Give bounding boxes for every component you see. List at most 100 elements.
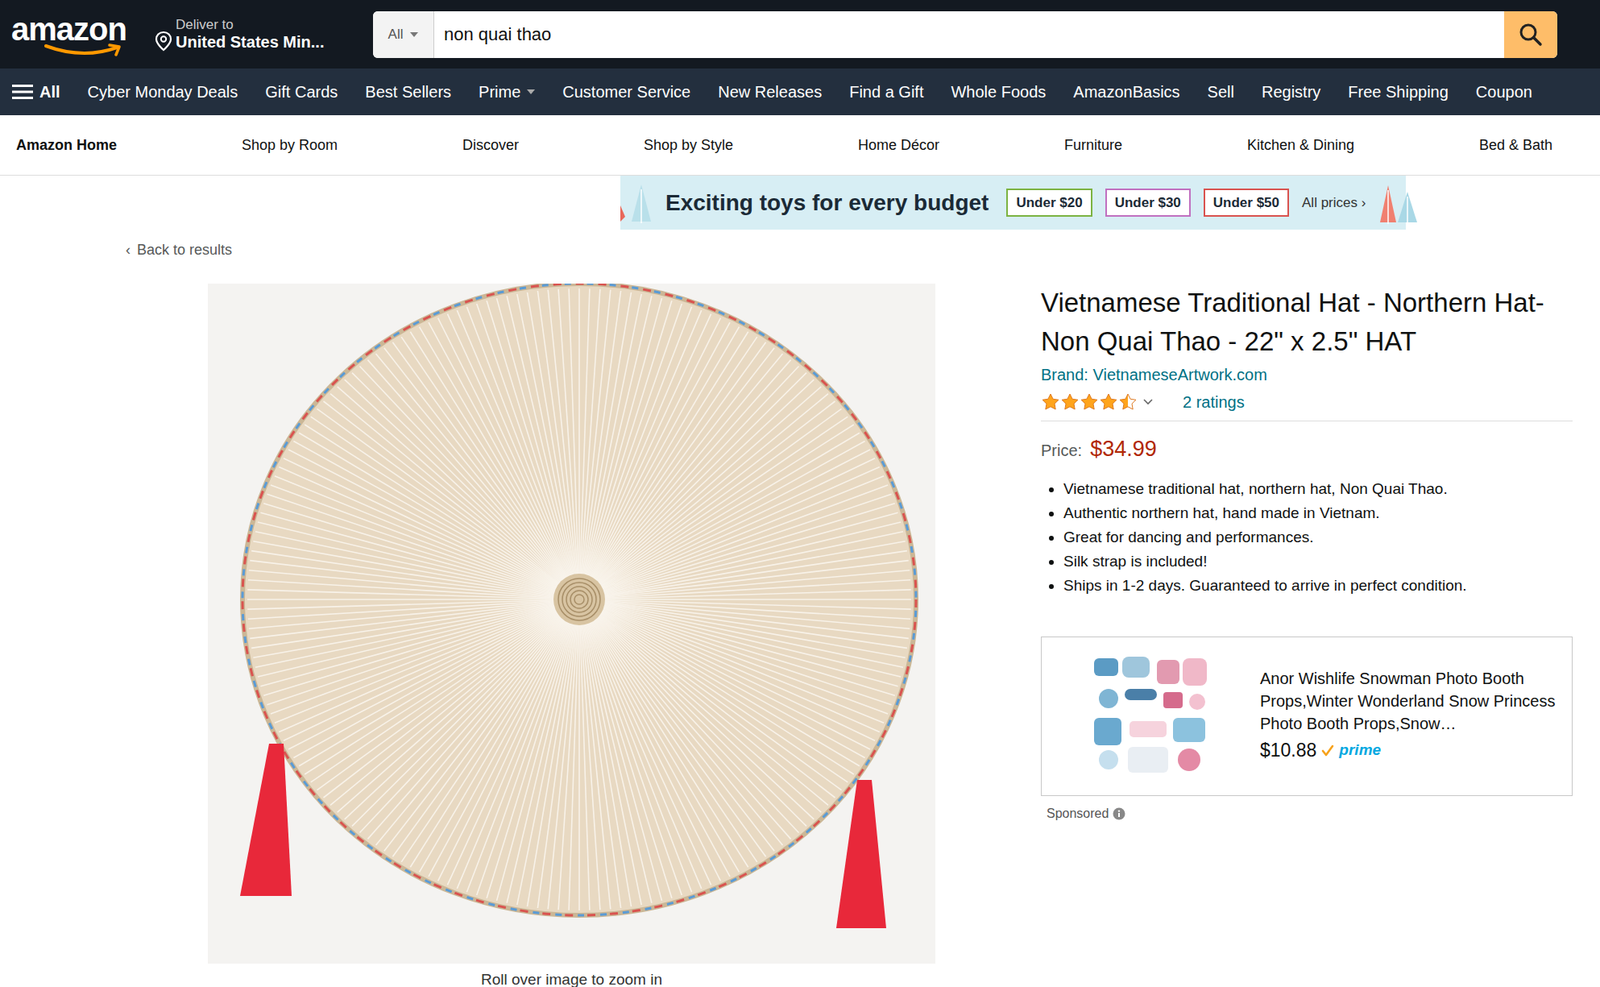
ad-text: Anor Wishlife Snowman Photo Booth Props,… xyxy=(1260,667,1556,765)
nav-item[interactable]: Best Sellers xyxy=(364,79,452,104)
search-button[interactable] xyxy=(1504,11,1558,59)
bullet-item: Vietnamese traditional hat, northern hat… xyxy=(1063,476,1573,502)
chevron-down-icon xyxy=(1139,395,1157,409)
search-bar: All xyxy=(373,11,1558,59)
bullet-item: Authentic northern hat, hand made in Vie… xyxy=(1063,501,1573,526)
dropdown-caret-icon xyxy=(410,32,419,38)
magnifier-icon xyxy=(1517,21,1544,48)
nav-item[interactable]: Prime xyxy=(478,79,535,104)
sponsored-label: Sponsored xyxy=(1046,804,1573,824)
price-row: Price:$34.99 xyxy=(1040,432,1573,466)
star-icon xyxy=(1060,392,1080,412)
nav-item[interactable]: AmazonBasics xyxy=(1073,79,1180,104)
sponsored-ad[interactable]: Anor Wishlife Snowman Photo Booth Props,… xyxy=(1040,636,1573,796)
price-chip[interactable]: Under $50 xyxy=(1203,188,1290,218)
tree-icon xyxy=(620,181,653,225)
nav-item[interactable]: Gift Cards xyxy=(265,79,338,104)
nav-item[interactable]: Cyber Monday Deals xyxy=(87,79,239,104)
star-icon xyxy=(1040,392,1061,412)
nav-item[interactable]: New Releases xyxy=(717,79,822,104)
smile-arrow-icon xyxy=(14,43,155,57)
store-nav-item[interactable]: Furniture xyxy=(1064,134,1123,157)
nav-item-label: Sell xyxy=(1207,79,1235,104)
top-bar: amazon Deliver toUnited States Min... All xyxy=(0,0,1600,69)
search-category[interactable]: All xyxy=(373,11,435,59)
nav-item-label: New Releases xyxy=(717,79,822,104)
star-icon xyxy=(1098,392,1119,412)
nav-item-label: Free Shipping xyxy=(1347,79,1449,104)
sponsored-text: Sponsored xyxy=(1046,804,1109,824)
store-nav-item[interactable]: Shop by Room xyxy=(241,134,338,157)
brand-link[interactable]: Brand: VietnameseArtwork.com xyxy=(1040,362,1573,387)
location-pin-icon xyxy=(154,30,173,52)
nav-item[interactable]: Coupon xyxy=(1475,79,1533,104)
prime-check-icon xyxy=(1321,744,1335,758)
nav-item-label: Prime xyxy=(478,79,521,104)
zoom-hint: Roll over image to zoom in xyxy=(207,968,936,987)
price-label: Price: xyxy=(1040,438,1082,463)
nav-item[interactable]: Sell xyxy=(1207,79,1235,104)
nav-item-label: Best Sellers xyxy=(364,79,452,104)
product-info: Vietnamese Traditional Hat - Northern Ha… xyxy=(1040,283,1573,987)
dropdown-caret-icon xyxy=(526,89,535,95)
deliver-text: Deliver toUnited States Min... xyxy=(175,16,324,53)
ratings-link[interactable]: 2 ratings xyxy=(1182,389,1245,415)
nav-item[interactable]: Customer Service xyxy=(562,79,691,104)
nav-item-label: Registry xyxy=(1261,79,1321,104)
rating-row: 2 ratings xyxy=(1040,389,1573,422)
ad-title-link[interactable]: Anor Wishlife Snowman Photo Booth Props,… xyxy=(1260,667,1556,735)
product-title: Vietnamese Traditional Hat - Northern Ha… xyxy=(1040,283,1573,361)
nav-item-label: Coupon xyxy=(1475,79,1533,104)
nav-item[interactable]: Find a Gift xyxy=(849,79,924,104)
all-menu-button[interactable]: All xyxy=(12,79,61,104)
main-nav: All Cyber Monday Deals Gift Cards Best Sell… xyxy=(0,68,1600,116)
nav-item-label: AmazonBasics xyxy=(1073,79,1180,104)
deliver-to[interactable]: Deliver toUnited States Min... xyxy=(154,16,364,53)
nav-item-label: Find a Gift xyxy=(849,79,924,104)
info-icon xyxy=(1112,807,1126,821)
tree-icon xyxy=(1376,180,1419,226)
store-nav-item[interactable]: Discover xyxy=(462,134,519,157)
store-nav-item[interactable]: Home Décor xyxy=(858,134,940,157)
product-photo[interactable] xyxy=(207,283,936,964)
price-chip[interactable]: Under $20 xyxy=(1006,188,1092,218)
back-chevron: ‹ xyxy=(125,239,131,262)
price-chip[interactable]: Under $30 xyxy=(1105,188,1191,218)
store-nav: Amazon Home Shop by Room Discover Shop by S… xyxy=(0,115,1600,176)
category-label: All xyxy=(388,24,404,46)
ad-photo[interactable] xyxy=(1086,651,1215,781)
nav-item-label: Whole Foods xyxy=(950,79,1046,104)
store-nav-item[interactable]: Amazon Home xyxy=(16,134,117,157)
back-to-results-link[interactable]: ‹Back to results xyxy=(0,239,1600,262)
store-nav-item[interactable]: Shop by Style xyxy=(643,134,734,157)
nav-item-label: Customer Service xyxy=(562,79,691,104)
bullet-item: Ships in 1-2 days. Guaranteed to arrive … xyxy=(1063,573,1573,598)
back-label: Back to results xyxy=(136,239,233,262)
deliver-location: United States Min... xyxy=(175,32,324,52)
star-icon xyxy=(1079,392,1099,412)
search-input[interactable] xyxy=(434,11,1505,59)
image-gallery: Roll over image to zoom in xyxy=(207,283,936,987)
banner-title: Exciting toys for every budget xyxy=(665,186,989,220)
store-nav-item[interactable]: Bed & Bath xyxy=(1479,134,1553,157)
deliver-label: Deliver to xyxy=(175,16,324,34)
nav-item-label: Cyber Monday Deals xyxy=(87,79,239,104)
product-section: Roll over image to zoom in Vietnamese Tra… xyxy=(0,283,1600,987)
bullet-item: Silk strap is included! xyxy=(1063,549,1573,574)
prime-badge: prime xyxy=(1338,738,1381,763)
hamburger-icon xyxy=(12,83,34,100)
nav-item[interactable]: Free Shipping xyxy=(1347,79,1449,104)
all-prices-link[interactable]: All prices › xyxy=(1301,192,1366,214)
nav-item-label: Gift Cards xyxy=(265,79,338,104)
star-rating[interactable] xyxy=(1040,392,1138,412)
nav-item[interactable]: Registry xyxy=(1261,79,1321,104)
ad-price: $10.88 xyxy=(1260,736,1317,765)
bullet-item: Great for dancing and performances. xyxy=(1063,525,1573,550)
store-nav-item[interactable]: Kitchen & Dining xyxy=(1247,134,1355,157)
feature-bullets: Vietnamese traditional hat, northern hat… xyxy=(1040,476,1573,598)
nav-item[interactable]: Whole Foods xyxy=(950,79,1046,104)
amazon-logo[interactable]: amazon xyxy=(11,12,155,57)
toys-banner[interactable]: Exciting toys for every budget Under $20 U… xyxy=(620,175,1406,230)
logo-text: amazon xyxy=(11,12,155,46)
all-menu-label: All xyxy=(39,79,61,104)
